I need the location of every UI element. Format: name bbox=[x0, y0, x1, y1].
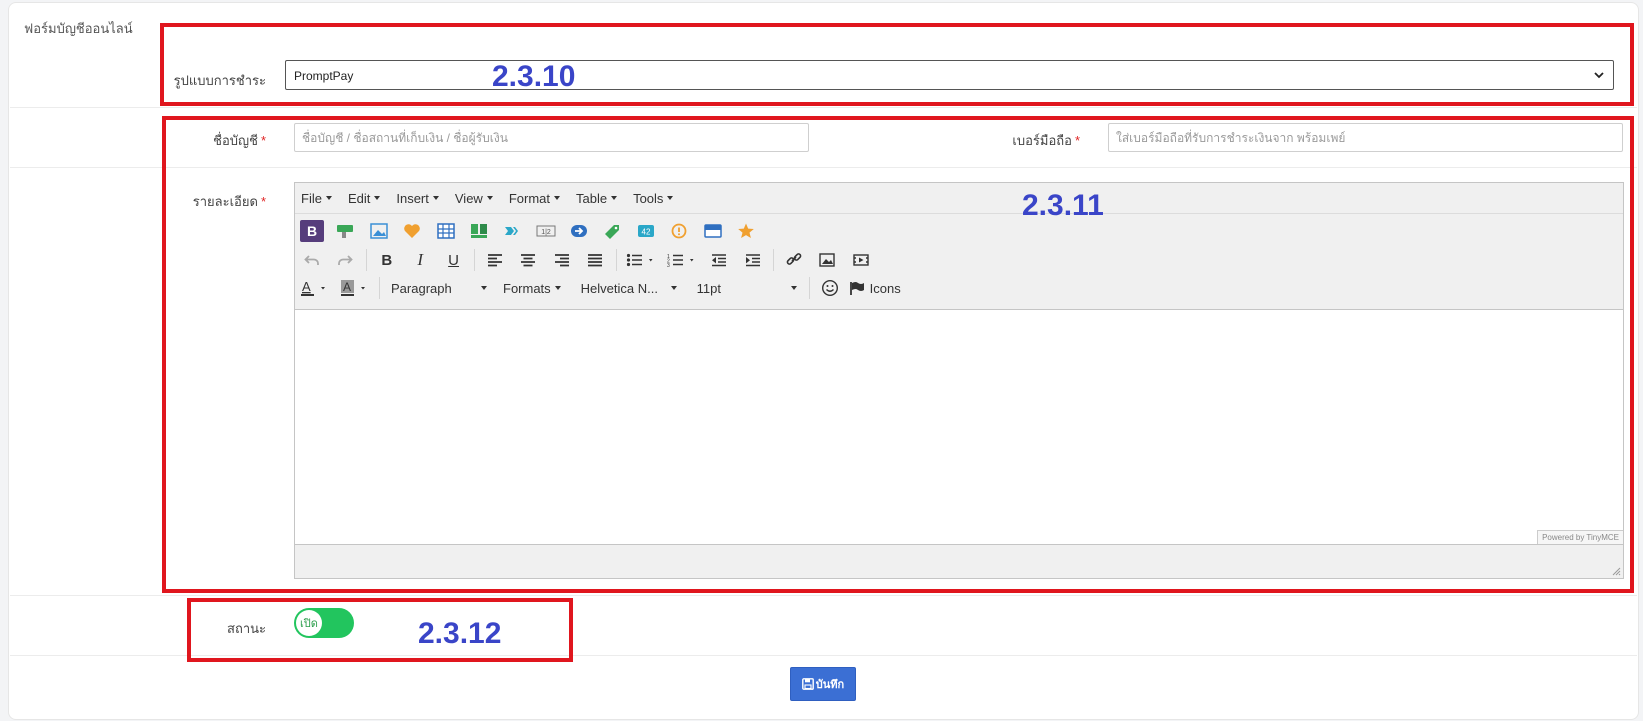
annotation-label-2-3-11: 2.3.11 bbox=[1022, 189, 1104, 222]
annotation-box-2-3-10 bbox=[160, 23, 1634, 106]
annotation-label-2-3-10: 2.3.10 bbox=[492, 60, 576, 93]
form-title: ฟอร์มบัญชีออนไลน์ bbox=[24, 21, 133, 36]
divider bbox=[10, 107, 1637, 108]
annotation-label-2-3-12: 2.3.12 bbox=[418, 617, 502, 650]
save-label: บันทึก bbox=[815, 679, 845, 691]
floppy-disk-icon bbox=[801, 678, 814, 690]
annotation-box-2-3-11 bbox=[162, 116, 1634, 593]
divider bbox=[10, 595, 1637, 596]
annotation-box-2-3-12 bbox=[187, 598, 573, 662]
save-button[interactable]: บันทึก bbox=[790, 667, 856, 701]
